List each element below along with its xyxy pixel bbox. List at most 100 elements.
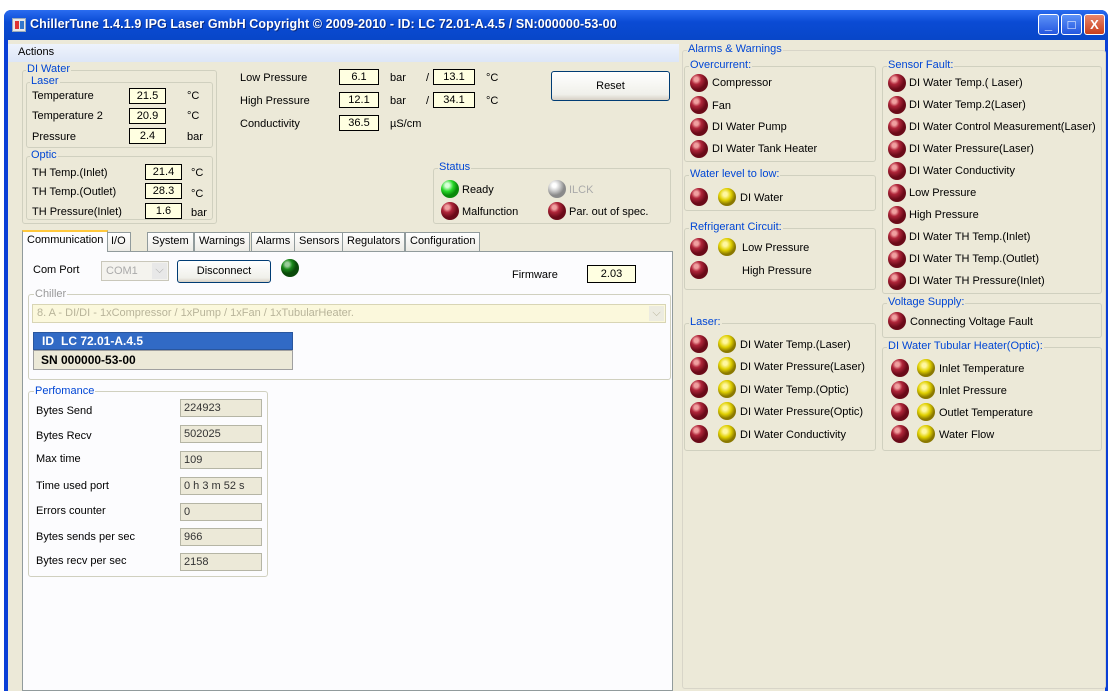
- minimize-button[interactable]: _: [1038, 14, 1059, 35]
- low-pressure-temp-unit: °C: [486, 72, 499, 84]
- tab-regulators[interactable]: Regulators: [342, 232, 406, 251]
- maximize-button[interactable]: □: [1061, 14, 1082, 35]
- com-port-select[interactable]: COM1 ⌵: [101, 261, 169, 281]
- tab-alarms[interactable]: Alarms: [251, 232, 296, 251]
- sensor-1-label: DI Water Temp.( Laser): [909, 77, 1023, 89]
- chiller-value: 8. A - DI/DI - 1xCompressor / 1xPump / 1…: [37, 307, 354, 319]
- low-pressure-label: Low Pressure: [240, 72, 308, 84]
- laser-temp2-label: Temperature 2: [32, 110, 103, 122]
- sensor-3-led: [888, 118, 906, 136]
- low-pressure-sep: /: [426, 72, 430, 84]
- laser-temp-unit: °C: [187, 90, 200, 102]
- performance-label: Perfomance: [34, 385, 96, 397]
- low-pressure-value: 6.1: [339, 69, 379, 85]
- tab-io[interactable]: I/O: [106, 232, 131, 251]
- ready-led: [441, 180, 459, 198]
- sensor-7-label: High Pressure: [909, 209, 979, 221]
- high-pressure-label: High Pressure: [240, 95, 310, 107]
- reset-button[interactable]: Reset: [551, 71, 670, 101]
- chiller-select[interactable]: 8. A - DI/DI - 1xCompressor / 1xPump / 1…: [32, 304, 666, 323]
- close-button[interactable]: X: [1084, 14, 1105, 35]
- refrigerant-low-label: Low Pressure: [742, 242, 810, 254]
- tubular-1-led-red: [891, 359, 909, 377]
- bytes-recv-per-sec-value: 2158: [180, 553, 262, 571]
- low-pressure-temp: 13.1: [433, 69, 475, 85]
- sensor-5-label: DI Water Conductivity: [909, 165, 1015, 177]
- max-time-label: Max time: [36, 453, 81, 465]
- sensor-9-led: [888, 250, 906, 268]
- refrigerant-low-led-red: [690, 238, 708, 256]
- menu-actions[interactable]: Actions: [18, 46, 54, 58]
- low-pressure-unit: bar: [390, 72, 406, 84]
- compressor-label: Compressor: [712, 77, 772, 89]
- laser-alarm-2-led-yellow: [718, 357, 736, 375]
- sensor-10-led: [888, 272, 906, 290]
- bytes-send-value: 224923: [180, 399, 262, 417]
- tab-configuration[interactable]: Configuration: [405, 232, 481, 251]
- laser-alarm-3-label: DI Water Temp.(Optic): [740, 384, 849, 396]
- optic-label: Optic: [30, 149, 58, 161]
- di-water-pump-label: DI Water Pump: [712, 121, 787, 133]
- tubular-4-label: Water Flow: [939, 429, 995, 441]
- max-time-value: 109: [180, 451, 262, 469]
- app-icon[interactable]: [12, 18, 26, 32]
- refrigerant-high-led: [690, 261, 708, 279]
- conductivity-unit: µS/cm: [390, 118, 422, 130]
- sensor-1-led: [888, 74, 906, 92]
- chevron-down-icon[interactable]: ⌵: [649, 306, 664, 321]
- high-pressure-sep: /: [426, 95, 430, 107]
- laser-temp-label: Temperature: [32, 90, 94, 102]
- laser-alarm-3-led-yellow: [718, 380, 736, 398]
- tubular-heater-label: DI Water Tubular Heater(Optic):: [887, 340, 1044, 352]
- bytes-recv-value: 502025: [180, 425, 262, 443]
- th-temp-inlet-value: 21.4: [145, 164, 182, 180]
- errors-counter-label: Errors counter: [36, 505, 106, 517]
- laser-alarm-2-label: DI Water Pressure(Laser): [740, 361, 865, 373]
- chiller-label: Chiller: [34, 288, 68, 300]
- high-pressure-unit: bar: [390, 95, 406, 107]
- id-row[interactable]: ID LC 72.01-A.4.5: [33, 332, 293, 350]
- sensor-4-led: [888, 140, 906, 158]
- title-bar[interactable]: ChillerTune 1.4.1.9 IPG Laser GmbH Copyr…: [4, 10, 1108, 40]
- malfunction-led: [441, 202, 459, 220]
- sn-row[interactable]: SN 000000-53-00: [33, 350, 293, 370]
- par-out-led: [548, 202, 566, 220]
- water-level-led-yellow: [718, 188, 736, 206]
- tubular-2-led-red: [891, 381, 909, 399]
- di-water-label: DI Water: [26, 63, 71, 75]
- bytes-recv-label: Bytes Recv: [36, 430, 92, 442]
- th-temp-outlet-value: 28.3: [145, 183, 182, 199]
- laser-alarm-1-label: DI Water Temp.(Laser): [740, 339, 851, 351]
- tab-warnings[interactable]: Warnings: [194, 232, 251, 251]
- time-used-port-value: 0 h 3 m 52 s: [180, 477, 262, 495]
- sensor-4-label: DI Water Pressure(Laser): [909, 143, 1034, 155]
- laser-temp2-unit: °C: [187, 110, 200, 122]
- laser-label: Laser: [30, 75, 60, 87]
- laser-alarm-3-led-red: [690, 380, 708, 398]
- tubular-3-led-red: [891, 403, 909, 421]
- th-temp-inlet-unit: °C: [191, 167, 204, 179]
- chevron-down-icon[interactable]: ⌵: [152, 263, 167, 279]
- tab-communication[interactable]: Communication: [22, 230, 109, 252]
- sensor-fault-label: Sensor Fault:: [887, 59, 955, 71]
- sensor-3-label: DI Water Control Measurement(Laser): [909, 121, 1096, 133]
- bytes-recv-per-sec-label: Bytes recv per sec: [36, 555, 127, 567]
- laser-alarm-4-label: DI Water Pressure(Optic): [740, 406, 864, 418]
- laser-alarm-4-led-yellow: [718, 402, 736, 420]
- th-pressure-inlet-unit: bar: [191, 207, 207, 219]
- di-water-tank-heater-label: DI Water Tank Heater: [712, 143, 818, 155]
- malfunction-label: Malfunction: [462, 206, 519, 218]
- sensor-2-label: DI Water Temp.2(Laser): [909, 99, 1026, 111]
- voltage-label: Voltage Supply:: [887, 296, 966, 308]
- water-level-di-water-label: DI Water: [740, 192, 783, 204]
- sn-label: SN: [41, 353, 58, 367]
- tab-system[interactable]: System: [147, 232, 194, 251]
- refrigerant-alarm-label: Refrigerant Circuit:: [689, 221, 783, 233]
- tab-sensors[interactable]: Sensors: [294, 232, 345, 251]
- disconnect-button[interactable]: Disconnect: [177, 260, 271, 283]
- firmware-label: Firmware: [512, 269, 558, 281]
- laser-alarm-label: Laser:: [689, 316, 722, 328]
- refrigerant-alarm-group: [684, 228, 876, 290]
- th-pressure-inlet-value: 1.6: [145, 203, 182, 219]
- sensor-7-led: [888, 206, 906, 224]
